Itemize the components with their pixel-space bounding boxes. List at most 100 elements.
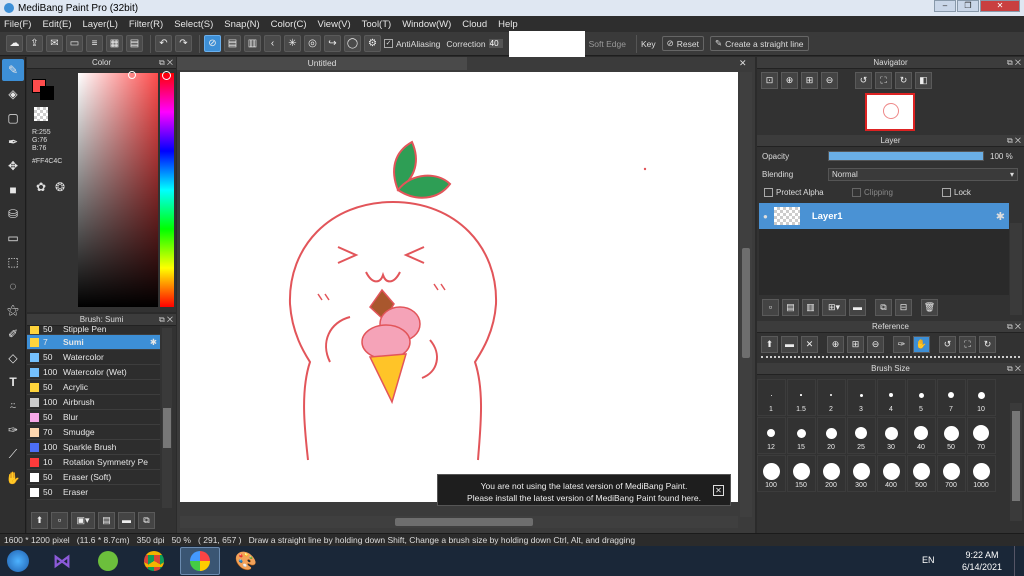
canvas-vscroll-thumb[interactable]	[742, 248, 750, 358]
navigator-preview[interactable]	[865, 93, 915, 131]
delete-layer-icon[interactable]: 🗑	[921, 299, 938, 316]
taskbar-medibang[interactable]	[180, 547, 220, 575]
menu-cloud[interactable]: Cloud	[462, 19, 487, 30]
menu-layer[interactable]: Layer(L)	[83, 19, 118, 30]
menu-edit[interactable]: Edit(E)	[42, 19, 71, 30]
layer-name[interactable]: Layer1	[812, 211, 996, 222]
antialias-toggle[interactable]: ✓ AntiAliasing	[384, 39, 440, 49]
brush-folder-icon[interactable]: ▬	[118, 511, 135, 529]
opacity-slider[interactable]	[828, 151, 984, 161]
clock[interactable]: 9:22 AM 6/14/2021	[960, 549, 1004, 573]
layer-row[interactable]: ● Layer1 ✱	[759, 203, 1009, 229]
menu-color[interactable]: Color(C)	[271, 19, 307, 30]
color-wheel-icon[interactable]: ✿	[36, 180, 46, 194]
print-icon[interactable]: ▤	[126, 35, 143, 52]
undo-icon[interactable]: ↶	[155, 35, 172, 52]
bucket-tool-icon[interactable]: ⛁	[2, 203, 24, 225]
ref-close-icon[interactable]: ✕	[801, 336, 818, 353]
cross-snap-icon[interactable]: ▥	[244, 35, 261, 52]
brush-scroll-thumb[interactable]	[163, 408, 171, 448]
update-notice[interactable]: You are not using the latest version of …	[437, 474, 731, 506]
minimize-button[interactable]: –	[934, 0, 956, 12]
brush-settings-icon[interactable]: ✱	[150, 337, 157, 348]
move-tool-icon[interactable]: ✥	[2, 155, 24, 177]
taskbar-visualstudio[interactable]: ⋈	[42, 547, 82, 575]
lasso-tool-icon[interactable]: ◌	[2, 275, 24, 297]
close-button[interactable]: ✕	[980, 0, 1020, 12]
magic-wand-icon[interactable]: ⚝	[2, 299, 24, 321]
canvas-hscrollbar[interactable]	[180, 516, 738, 528]
ref-zoom-fit-icon[interactable]: ⊞	[847, 336, 864, 353]
brush-item-selected[interactable]: 7 Sumi ✱	[27, 335, 160, 350]
brush-tool-icon[interactable]: ✎	[2, 59, 24, 81]
canvas-hscroll-thumb[interactable]	[395, 518, 533, 526]
canvas-tab[interactable]: Untitled	[177, 57, 467, 70]
maximize-button[interactable]: ❐	[957, 0, 979, 12]
drawing-canvas[interactable]	[180, 72, 738, 502]
ref-hand-icon[interactable]: ✋	[913, 336, 930, 353]
new-layer-icon[interactable]: ▫	[762, 299, 779, 316]
brush-item[interactable]: 100 Airbrush	[27, 395, 160, 410]
brush-item[interactable]: 50 Watercolor	[27, 350, 160, 365]
brush-item[interactable]: 50 Eraser (Soft)	[27, 470, 160, 485]
rotate-left-icon[interactable]: ↺	[855, 72, 872, 89]
new-brush-icon[interactable]: ▫	[51, 511, 68, 529]
brush-size-close-icon[interactable]: ⧉ ✕	[1007, 363, 1021, 375]
upload-icon[interactable]: ⇪	[26, 35, 43, 52]
ref-rotate-left-icon[interactable]: ↺	[939, 336, 956, 353]
zoom-fit-icon[interactable]: ⊡	[761, 72, 778, 89]
eyedropper2-icon[interactable]: ⟋	[2, 443, 24, 465]
parallel-snap-icon[interactable]: ▤	[224, 35, 241, 52]
select-pen-icon[interactable]: ✐	[2, 323, 24, 345]
hand-tool-icon[interactable]: ✋	[2, 467, 24, 489]
cloud-icon[interactable]: ☁	[6, 35, 23, 52]
color-saturation-field[interactable]	[78, 73, 158, 307]
menu-select[interactable]: Select(S)	[174, 19, 213, 30]
zoom-actual-icon[interactable]: ⊞	[801, 72, 818, 89]
ref-eyedropper-icon[interactable]: ✑	[893, 336, 910, 353]
eyedropper-icon[interactable]: ✑	[2, 419, 24, 441]
select-tool-icon[interactable]: ⬚	[2, 251, 24, 273]
color-palette-icon[interactable]: ❂	[55, 180, 65, 194]
snap-settings-icon[interactable]: ⚙	[364, 35, 381, 52]
navigator-close-icon[interactable]: ⧉ ✕	[1007, 57, 1021, 69]
brush-item[interactable]: 10 Rotation Symmetry Pe	[27, 455, 160, 470]
select-eraser-icon[interactable]: ◇	[2, 347, 24, 369]
add-brush-icon[interactable]: ⬆	[31, 511, 48, 529]
new-layer-8bit-icon[interactable]: ▤	[782, 299, 799, 316]
brush-duplicate-icon[interactable]: ⧉	[138, 511, 155, 529]
merge-layer-icon[interactable]: ⊟	[895, 299, 912, 316]
brush-item[interactable]: 50 Eraser	[27, 485, 160, 500]
curve-snap-icon[interactable]: ↪	[324, 35, 341, 52]
grid-doc-icon[interactable]: ▦	[106, 35, 123, 52]
vanishing-snap-icon[interactable]: ‹	[264, 35, 281, 52]
taskbar-chrome[interactable]	[134, 547, 174, 575]
taskbar-app-green[interactable]	[88, 547, 128, 575]
text-tool-icon[interactable]: T	[2, 371, 24, 393]
antialias-checkbox[interactable]: ✓	[384, 39, 393, 48]
gradation-tool-icon[interactable]: ▭	[2, 227, 24, 249]
shape-tool-icon[interactable]: ■	[2, 179, 24, 201]
redo-icon[interactable]: ↷	[175, 35, 192, 52]
duplicate-layer-icon[interactable]: ⧉	[875, 299, 892, 316]
brush-size-scrollbar[interactable]	[1010, 403, 1022, 521]
chat-icon[interactable]: ✉	[46, 35, 63, 52]
brush-doc-icon[interactable]: ▤	[98, 511, 115, 529]
canvas-vscrollbar[interactable]	[740, 72, 752, 517]
ref-rotate-right-icon[interactable]: ↻	[979, 336, 996, 353]
brush-item[interactable]: 100 Sparkle Brush	[27, 440, 160, 455]
menu-window[interactable]: Window(W)	[402, 19, 451, 30]
hue-slider[interactable]	[160, 73, 174, 307]
circle-snap-icon[interactable]: ◎	[304, 35, 321, 52]
brush-scrollbar[interactable]	[162, 328, 172, 508]
ref-fit-icon[interactable]: ⛶	[959, 336, 976, 353]
zoom-in-icon[interactable]: ⊕	[781, 72, 798, 89]
fit-window-icon[interactable]: ⛶	[875, 72, 892, 89]
reset-button[interactable]: ⊘ Reset	[661, 36, 704, 51]
menu-file[interactable]: File(F)	[4, 19, 31, 30]
new-layer-1bit-icon[interactable]: ▥	[802, 299, 819, 316]
pen-tool-icon[interactable]: ✒	[2, 131, 24, 153]
layer-folder-icon[interactable]: ▬	[849, 299, 866, 316]
ref-upload-icon[interactable]: ⬆	[761, 336, 778, 353]
clipping-checkbox[interactable]	[852, 187, 861, 197]
